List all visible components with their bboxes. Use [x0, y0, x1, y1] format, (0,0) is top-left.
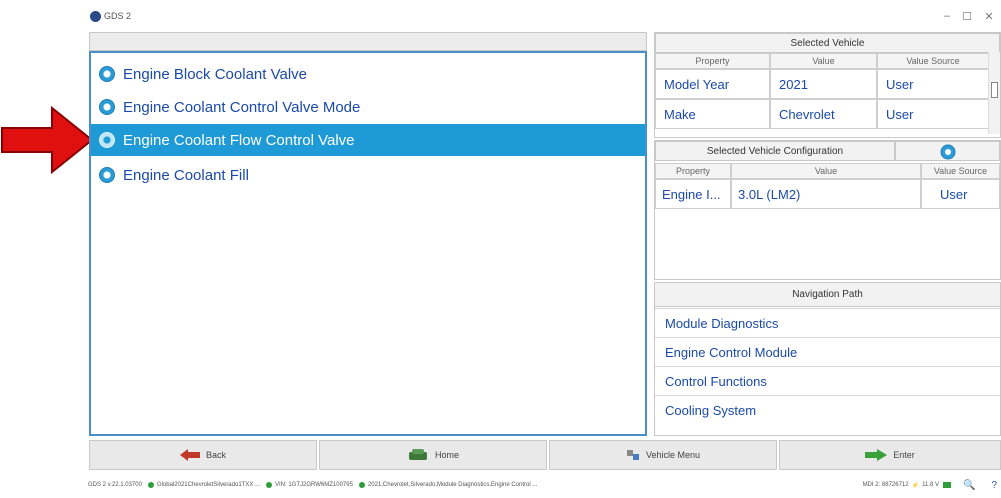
- maximize-button[interactable]: ☐: [960, 10, 974, 23]
- nav-path-item[interactable]: Control Functions: [655, 366, 1000, 395]
- property-cell: Make: [655, 99, 770, 129]
- path-text: 2021,Chevrolet,Silverado,Module Diagnost…: [367, 482, 538, 488]
- status-bar: GDS 2 v.22.1.03700 Global2021ChevroletSi…: [88, 476, 1001, 494]
- app-logo-icon: [90, 11, 101, 22]
- home-icon: [408, 449, 427, 460]
- list-item-label: Engine Coolant Flow Control Valve: [123, 131, 355, 149]
- config-refresh-button[interactable]: [895, 141, 1000, 161]
- column-header[interactable]: Property: [655, 163, 731, 179]
- scrollbar-thumb[interactable]: [991, 82, 998, 98]
- window-title: GDS 2: [104, 11, 132, 21]
- close-button[interactable]: ✕: [982, 10, 996, 23]
- minimize-button[interactable]: –: [940, 10, 954, 22]
- panel-title: Selected Vehicle Configuration: [655, 141, 895, 161]
- property-cell: Model Year: [655, 69, 770, 99]
- home-button[interactable]: Home: [319, 440, 547, 470]
- list-item-selected[interactable]: Engine Coolant Flow Control Valve: [91, 124, 645, 156]
- vin-text: VIN: 1GTJ2GRW6MZ100795: [275, 482, 353, 488]
- enter-arrow-icon: [865, 449, 888, 461]
- vehicle-scrollbar[interactable]: [988, 52, 1000, 134]
- column-header[interactable]: Value Source: [877, 53, 989, 69]
- enter-label: Enter: [893, 450, 915, 460]
- column-header[interactable]: Value: [731, 163, 921, 179]
- list-header: [89, 32, 647, 51]
- source-cell: User: [877, 99, 989, 129]
- value-cell: 3.0L (LM2): [731, 179, 921, 209]
- back-arrow-icon: [179, 449, 200, 461]
- status-ok-icon: [266, 482, 272, 488]
- enter-button[interactable]: Enter: [779, 440, 1001, 470]
- vehicle-menu-icon: [626, 450, 639, 460]
- value-cell: Chevrolet: [770, 99, 877, 129]
- search-icon[interactable]: 🔍: [963, 480, 975, 491]
- refresh-gear-icon: [940, 144, 955, 160]
- source-cell: User: [921, 179, 1000, 209]
- red-arrow-icon: [1, 105, 94, 175]
- status-ok-icon: [147, 482, 154, 488]
- version-text: GDS 2 v.22.1.03700: [88, 482, 142, 488]
- gear-icon: [99, 167, 115, 183]
- vehicle-menu-button[interactable]: Vehicle Menu: [549, 440, 777, 470]
- nav-path-item[interactable]: Module Diagnostics: [655, 308, 1000, 337]
- gear-icon: [99, 132, 115, 148]
- nav-path-item[interactable]: Engine Control Module: [655, 337, 1000, 366]
- panel-title: Selected Vehicle: [655, 33, 1000, 53]
- source-cell: User: [877, 69, 989, 99]
- list-item-label: Engine Coolant Control Valve Mode: [123, 98, 361, 116]
- gear-icon: [99, 66, 115, 82]
- column-header[interactable]: Property: [655, 53, 770, 69]
- column-header[interactable]: Value: [770, 53, 877, 69]
- list-item[interactable]: Engine Block Coolant Valve: [99, 58, 639, 90]
- vehicle-menu-label: Vehicle Menu: [645, 450, 701, 460]
- panel-title: Navigation Path: [655, 283, 1000, 307]
- property-cell: Engine I...: [655, 179, 731, 209]
- mdi-text: MDI 2: 88726712: [862, 482, 909, 488]
- list-item[interactable]: Engine Coolant Fill: [99, 159, 639, 191]
- home-label: Home: [434, 450, 459, 460]
- selected-vehicle-panel: Selected Vehicle Property Value Value So…: [654, 32, 1001, 138]
- column-header[interactable]: Value Source: [921, 163, 1000, 179]
- title-bar: GDS 2 – ☐ ✕: [88, 8, 1001, 28]
- power-icon: ⚡: [911, 482, 920, 489]
- vehicle-configuration-panel: Selected Vehicle Configuration Property …: [654, 140, 1001, 280]
- list-item-label: Engine Block Coolant Valve: [123, 65, 307, 83]
- gear-icon: [99, 99, 115, 115]
- vehicle-text: Global2021ChevroletSilverado1TXX ...: [156, 482, 260, 488]
- list-item[interactable]: Engine Coolant Control Valve Mode: [99, 91, 639, 123]
- list-item-label: Engine Coolant Fill: [123, 166, 249, 184]
- voltage-text: 11.8 V: [922, 482, 939, 488]
- nav-path-item[interactable]: Cooling System: [655, 395, 1000, 424]
- help-icon[interactable]: ?: [991, 480, 997, 491]
- battery-icon: [942, 482, 951, 488]
- function-list[interactable]: Engine Block Coolant Valve Engine Coolan…: [89, 51, 647, 436]
- value-cell: 2021: [770, 69, 877, 99]
- status-ok-icon: [358, 482, 365, 488]
- navigation-path-panel: Navigation Path Module Diagnostics Engin…: [654, 282, 1001, 436]
- back-label: Back: [205, 450, 226, 460]
- back-button[interactable]: Back: [89, 440, 317, 470]
